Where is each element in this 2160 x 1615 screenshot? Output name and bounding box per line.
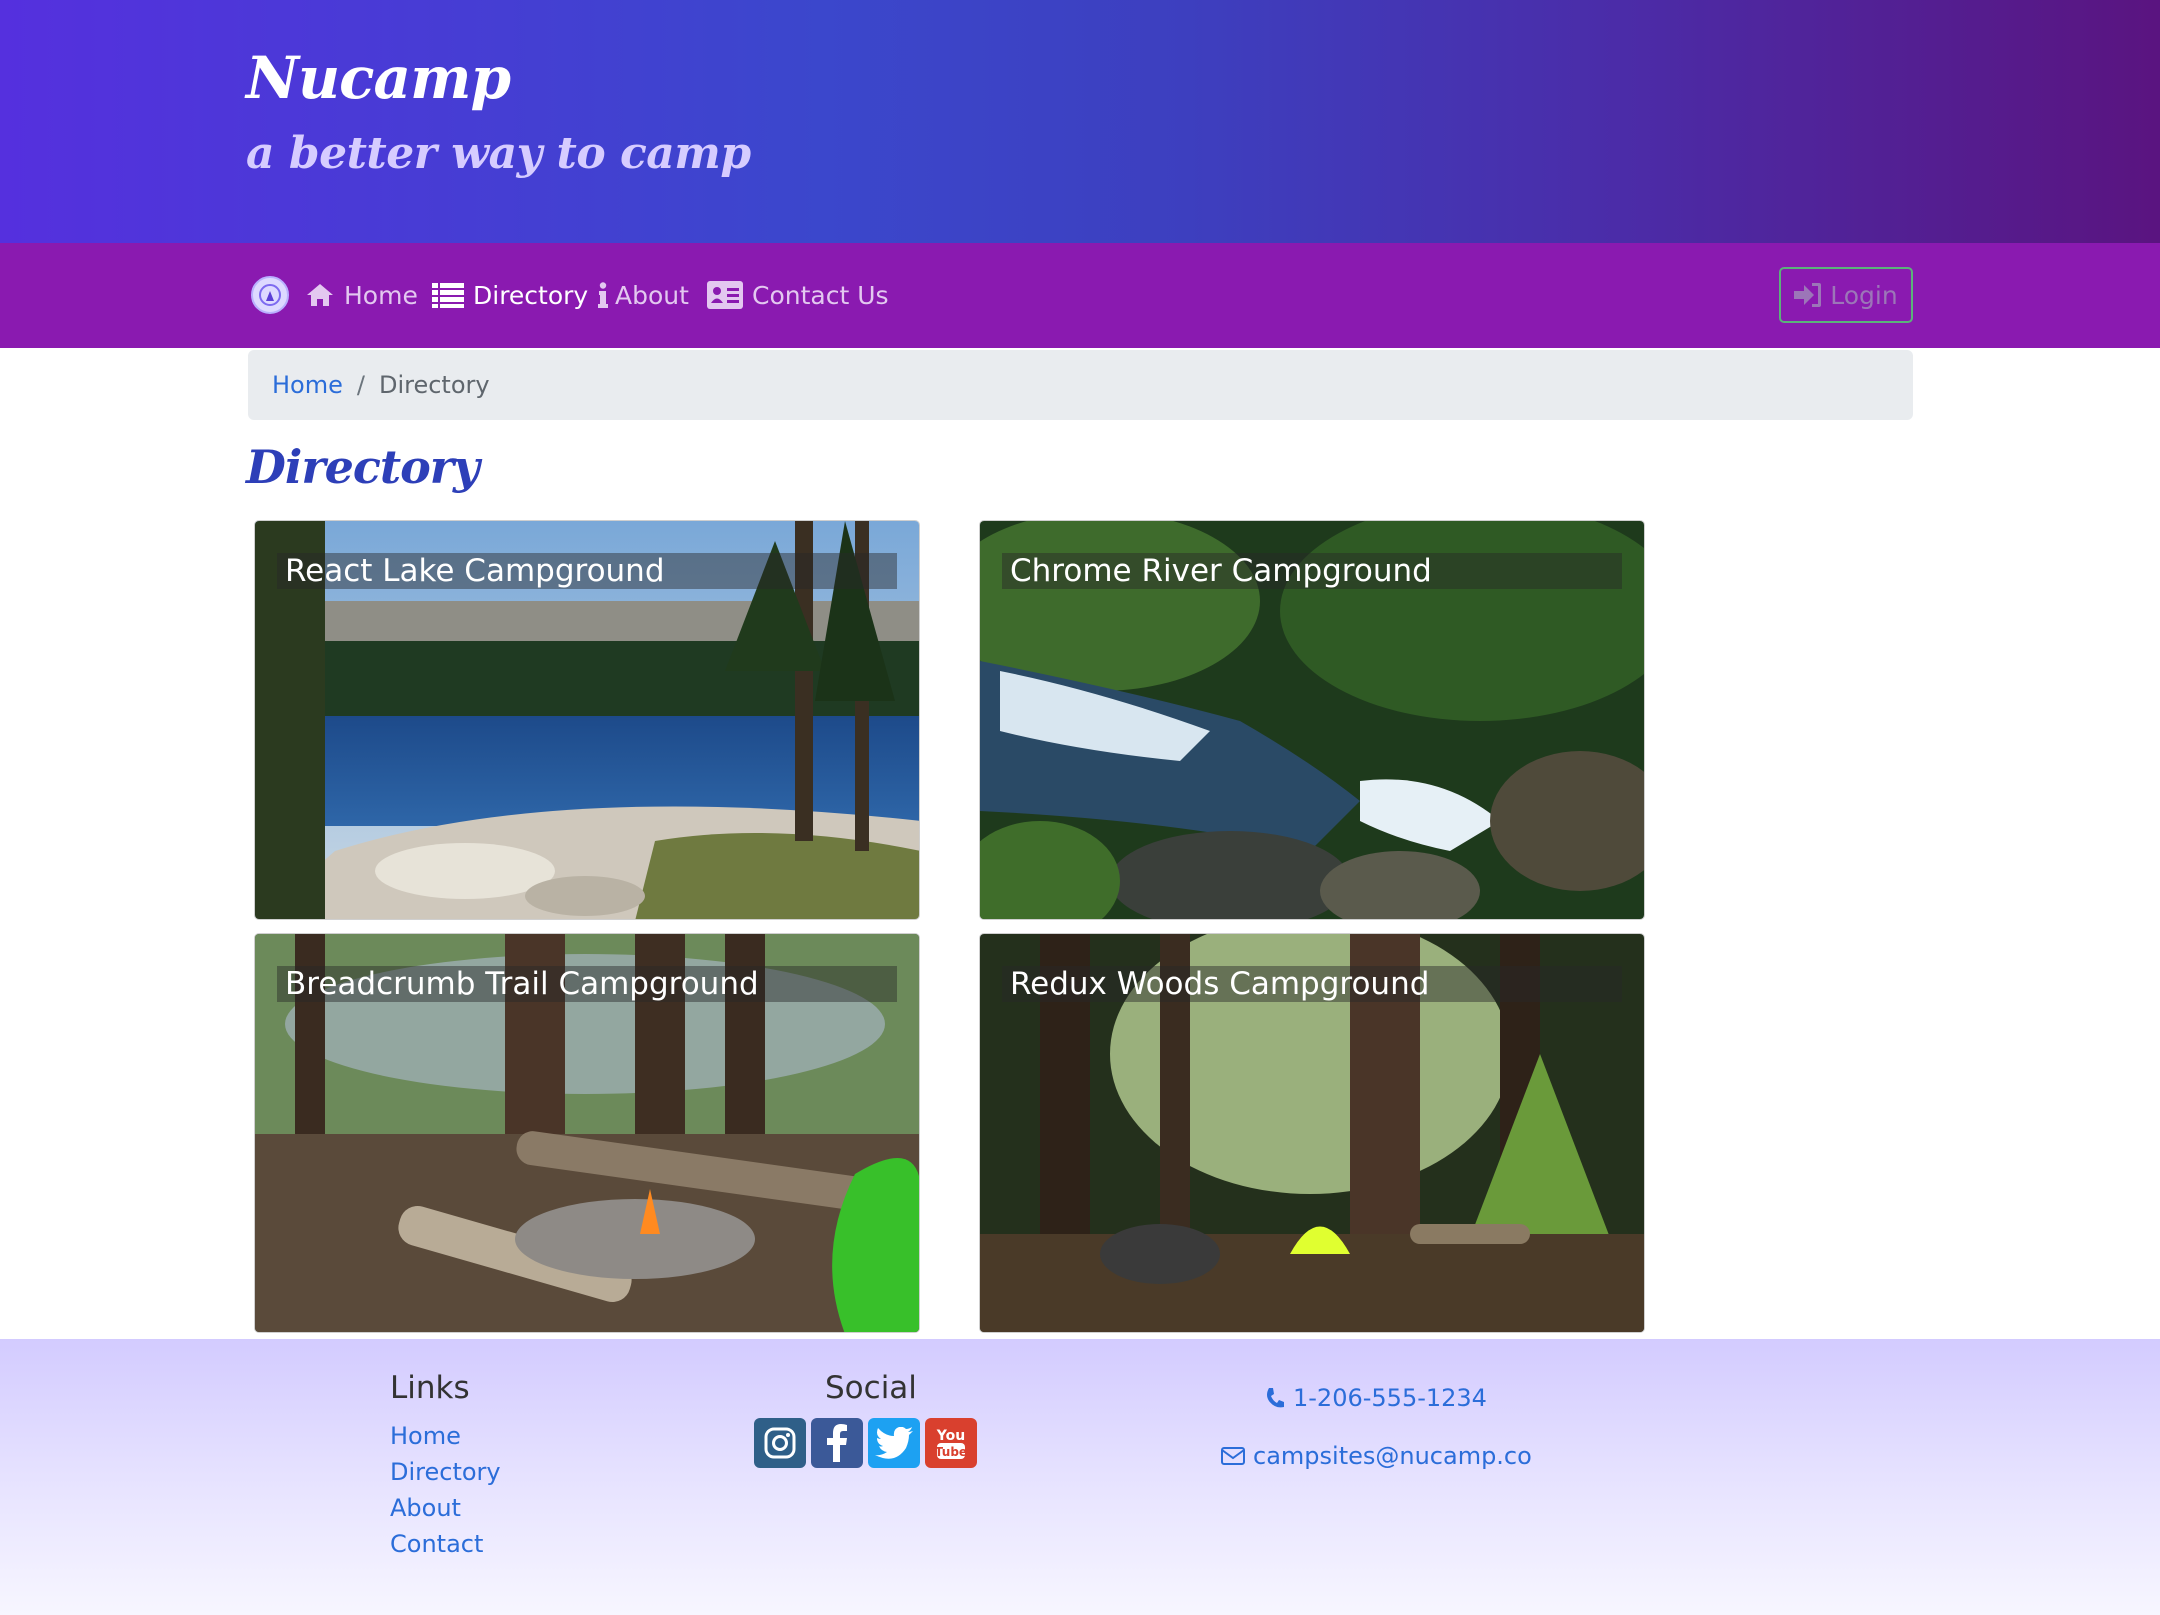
svg-text:You: You: [936, 1428, 965, 1444]
svg-text:Tube: Tube: [935, 1445, 967, 1459]
email-address: campsites@nucamp.co: [1253, 1442, 1532, 1470]
login-button[interactable]: Login: [1779, 267, 1913, 323]
nav-label-about: About: [615, 280, 689, 310]
nav-item-directory[interactable]: Directory: [432, 277, 588, 313]
twitter-icon[interactable]: [868, 1418, 920, 1468]
sign-in-icon: [1794, 282, 1822, 308]
site-title: Nucamp: [246, 44, 511, 112]
nav-item-home[interactable]: Home: [305, 277, 418, 313]
footer-links-heading: Links: [390, 1370, 470, 1406]
campsite-title-bar: Breadcrumb Trail Campground: [277, 966, 897, 1002]
footer-email[interactable]: campsites@nucamp.co: [1221, 1442, 1532, 1470]
campsite-title-bar: Chrome River Campground: [1002, 553, 1622, 589]
login-label: Login: [1830, 280, 1898, 310]
campsite-card-react-lake[interactable]: React Lake Campground: [254, 520, 920, 920]
campsite-name: Redux Woods Campground: [1010, 966, 1430, 1002]
phone-number: 1-206-555-1234: [1293, 1384, 1487, 1412]
page-title: Directory: [246, 440, 480, 494]
campsite-card-redux-woods[interactable]: Redux Woods Campground: [979, 933, 1645, 1333]
instagram-icon[interactable]: [754, 1418, 806, 1468]
campsite-name: Chrome River Campground: [1010, 553, 1432, 589]
nucamp-logo-icon[interactable]: [251, 276, 289, 314]
footer-link-about[interactable]: About: [390, 1494, 461, 1522]
site-tagline: a better way to camp: [246, 128, 751, 179]
nav-label-home: Home: [344, 280, 418, 310]
youtube-icon[interactable]: You Tube: [925, 1418, 977, 1468]
phone-icon: [1265, 1387, 1285, 1409]
home-icon: [305, 282, 335, 308]
footer-social-heading: Social: [825, 1370, 917, 1406]
address-card-icon: [707, 281, 743, 309]
info-icon: [597, 282, 609, 308]
nav-item-about[interactable]: About: [597, 277, 689, 313]
footer-link-contact[interactable]: Contact: [390, 1530, 483, 1558]
campsite-name: React Lake Campground: [285, 553, 665, 589]
nav-item-contact[interactable]: Contact Us: [707, 277, 889, 313]
facebook-icon[interactable]: [811, 1418, 863, 1468]
campsite-title-bar: Redux Woods Campground: [1002, 966, 1622, 1002]
envelope-icon: [1221, 1447, 1245, 1465]
nav-label-contact: Contact Us: [752, 280, 889, 310]
campsite-card-breadcrumb-trail[interactable]: Breadcrumb Trail Campground: [254, 933, 920, 1333]
nav-label-directory: Directory: [473, 280, 589, 310]
footer: [0, 1339, 2160, 1615]
breadcrumb: Home / Directory: [248, 350, 1913, 420]
campsite-name: Breadcrumb Trail Campground: [285, 966, 759, 1002]
navbar: Home Directory About Contact Us Login: [0, 243, 2160, 348]
footer-link-directory[interactable]: Directory: [390, 1458, 501, 1486]
campsite-title-bar: React Lake Campground: [277, 553, 897, 589]
footer-link-home[interactable]: Home: [390, 1422, 461, 1450]
breadcrumb-separator: /: [356, 371, 365, 399]
breadcrumb-home-link[interactable]: Home: [272, 371, 343, 399]
campsite-card-chrome-river[interactable]: Chrome River Campground: [979, 520, 1645, 920]
list-icon: [432, 282, 464, 308]
breadcrumb-current: Directory: [378, 371, 490, 399]
jumbotron: Nucamp a better way to camp: [0, 0, 2160, 243]
footer-phone[interactable]: 1-206-555-1234: [1265, 1384, 1487, 1412]
